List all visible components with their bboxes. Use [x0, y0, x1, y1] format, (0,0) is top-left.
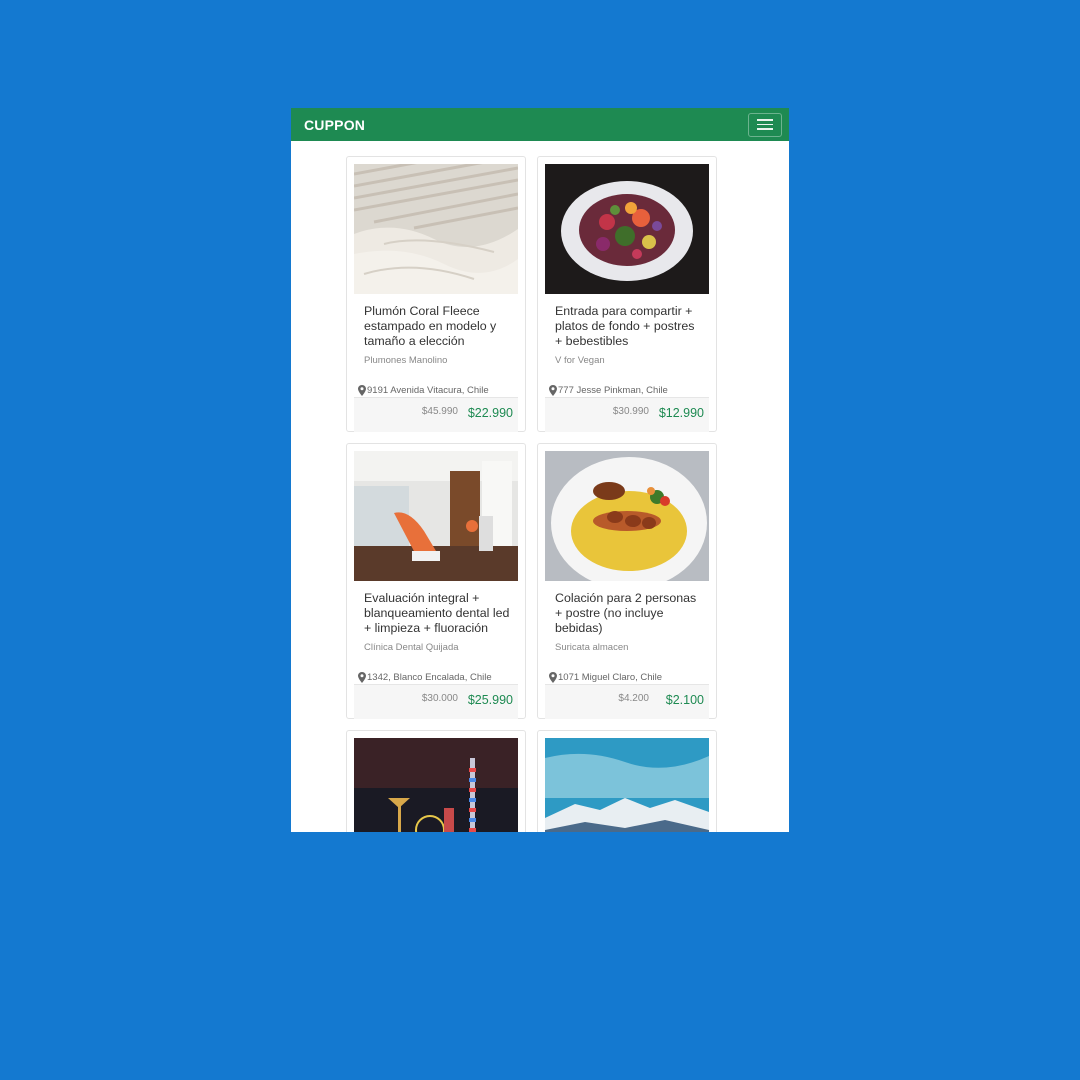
price-box: $30.000 $25.990 — [354, 684, 518, 719]
deal-title[interactable]: Plumón Coral Fleece estampado en modelo … — [364, 304, 514, 349]
address-text: 777 Jesse Pinkman, Chile — [558, 385, 668, 396]
deal-address: 9191 Avenida Vitacura, Chile — [358, 385, 489, 396]
deal-image[interactable] — [354, 451, 518, 581]
address-text: 1342, Blanco Encalada, Chile — [367, 672, 492, 683]
deal-address: 777 Jesse Pinkman, Chile — [549, 385, 668, 396]
navbar: CUPPON — [291, 108, 789, 141]
deal-card[interactable] — [346, 730, 526, 832]
discount-price: $22.990 — [467, 406, 513, 420]
original-price: $30.000 — [421, 693, 458, 704]
merchant-name: Clínica Dental Quijada — [364, 642, 459, 653]
deal-card[interactable]: Colación para 2 personas + postre (no in… — [537, 443, 717, 719]
deal-grid: Plumón Coral Fleece estampado en modelo … — [346, 156, 717, 832]
map-pin-icon — [358, 672, 366, 683]
deal-image[interactable] — [545, 738, 709, 832]
price-box: $45.990 $22.990 — [354, 397, 518, 432]
discount-price: $12.990 — [658, 406, 704, 420]
deal-title[interactable]: Entrada para compartir + platos de fondo… — [555, 304, 705, 349]
price-box: $30.990 $12.990 — [545, 397, 709, 432]
price-box: $4.200 $2.100 — [545, 684, 709, 719]
menu-toggle-button[interactable] — [748, 112, 782, 137]
map-pin-icon — [549, 385, 557, 396]
deal-address: 1342, Blanco Encalada, Chile — [358, 672, 492, 683]
hamburger-icon — [757, 119, 773, 121]
address-text: 9191 Avenida Vitacura, Chile — [367, 385, 489, 396]
deal-image[interactable] — [354, 738, 518, 832]
deal-title[interactable]: Colación para 2 personas + postre (no in… — [555, 591, 705, 636]
discount-price: $2.100 — [665, 693, 704, 707]
deal-card[interactable]: Entrada para compartir + platos de fondo… — [537, 156, 717, 432]
brand-logo[interactable]: CUPPON — [304, 117, 365, 133]
deal-card[interactable]: Plumón Coral Fleece estampado en modelo … — [346, 156, 526, 432]
original-price: $45.990 — [421, 406, 458, 417]
phone-viewport: CUPPON Plumón Coral Fleece estampado en … — [291, 108, 789, 832]
merchant-name: Suricata almacen — [555, 642, 629, 653]
map-pin-icon — [358, 385, 366, 396]
original-price: $30.990 — [612, 406, 649, 417]
merchant-name: V for Vegan — [555, 355, 605, 366]
deal-image[interactable] — [354, 164, 518, 294]
map-pin-icon — [549, 672, 557, 683]
deal-title[interactable]: Evaluación integral + blanqueamiento den… — [364, 591, 514, 636]
deal-image[interactable] — [545, 451, 709, 581]
deal-card[interactable]: Evaluación integral + blanqueamiento den… — [346, 443, 526, 719]
merchant-name: Plumones Manolino — [364, 355, 448, 366]
deal-card[interactable] — [537, 730, 717, 832]
original-price: $4.200 — [618, 693, 649, 704]
discount-price: $25.990 — [467, 693, 513, 707]
deal-image[interactable] — [545, 164, 709, 294]
address-text: 1071 Miguel Claro, Chile — [558, 672, 663, 683]
deal-address: 1071 Miguel Claro, Chile — [549, 672, 662, 683]
